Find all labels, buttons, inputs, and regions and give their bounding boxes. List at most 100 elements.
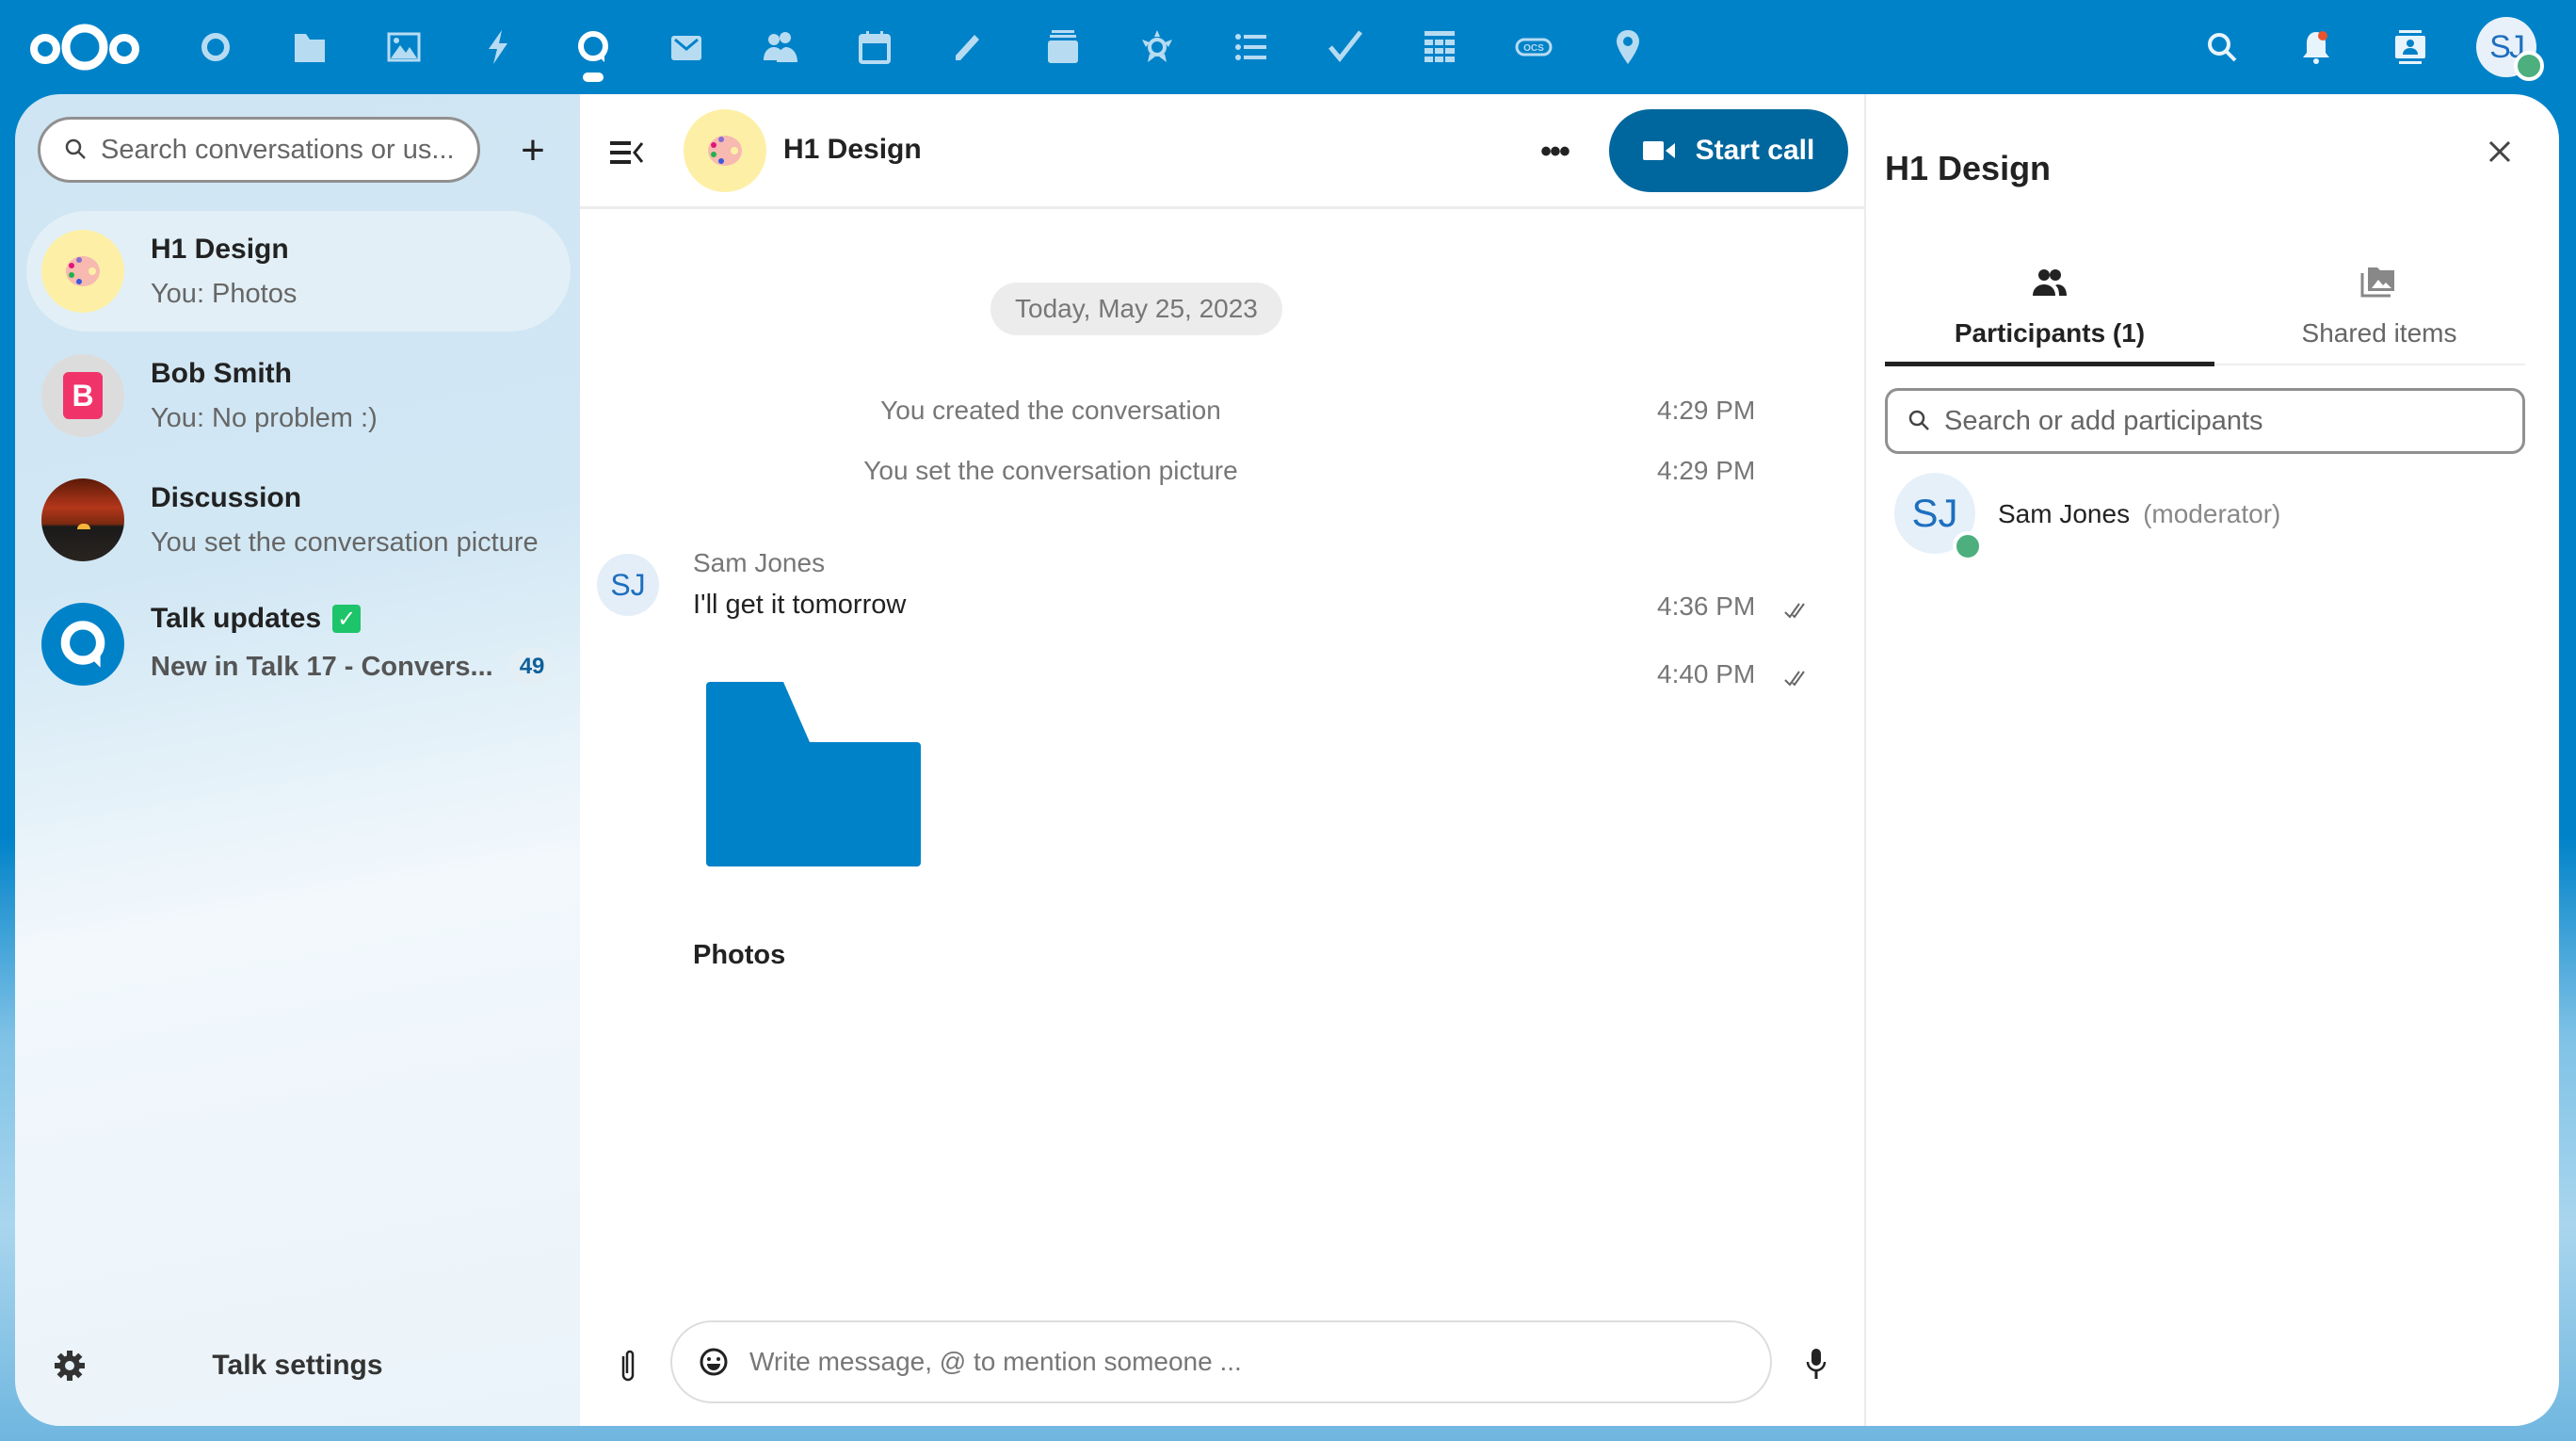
svg-text:OCS: OCS [1523, 43, 1544, 54]
conversation-avatar [41, 603, 124, 686]
app-circles[interactable] [1131, 21, 1183, 73]
chat-avatar[interactable] [684, 109, 766, 192]
nextcloud-logo[interactable] [26, 21, 143, 73]
read-double-check-icon [1784, 603, 1805, 619]
tab-participants[interactable]: Participants (1) [1885, 252, 2214, 367]
sidebar-title: H1 Design [1885, 149, 2052, 187]
circles-icon [1142, 30, 1172, 62]
app-photos[interactable] [378, 21, 430, 73]
verified-check-icon: ✓ [332, 605, 362, 633]
participant-item[interactable]: Sam Jones (moderator) [1998, 499, 2280, 529]
contacts-icon [764, 32, 797, 62]
tab-divider [2214, 364, 2525, 365]
conversation-avatar: B [41, 354, 124, 437]
app-activity[interactable] [472, 21, 524, 73]
message-time: 4:29 PM [1657, 396, 1756, 425]
start-call-label: Start call [1695, 135, 1815, 166]
active-tab-indicator [1885, 362, 2214, 366]
app-dashboard[interactable] [189, 21, 242, 73]
paperclip-icon[interactable] [612, 1347, 644, 1384]
app-maps[interactable] [1602, 21, 1654, 73]
shared-file-name[interactable]: Photos [693, 940, 785, 971]
read-double-check-icon [1784, 671, 1805, 687]
conversation-item-talk-updates[interactable]: Talk updates ✓ New in Talk 17 - Convers.… [26, 584, 571, 704]
author-initials: SJ [610, 567, 646, 602]
participant-initials: SJ [1911, 491, 1958, 535]
message-author-avatar[interactable]: SJ [597, 554, 659, 616]
conversation-name: H1 Design [151, 233, 289, 265]
search-icon [1908, 410, 1929, 430]
contacts-menu-button[interactable] [2384, 21, 2437, 73]
list-icon [1235, 34, 1266, 60]
talk-icon [578, 31, 608, 62]
user-status-indicator [2514, 51, 2544, 81]
tab-label: Shared items [2301, 318, 2457, 348]
app-calendar[interactable] [848, 21, 901, 73]
dashboard-icon [201, 33, 230, 61]
conversation-name: Bob Smith [151, 357, 292, 389]
unread-counter-badge: 49 [507, 648, 556, 686]
message-text: I'll get it tomorrow [693, 590, 907, 620]
unified-search-button[interactable] [2196, 21, 2248, 73]
palette-icon [708, 136, 742, 166]
table-icon [1425, 31, 1455, 62]
message-input[interactable] [749, 1347, 1770, 1377]
search-conversations-input[interactable] [101, 134, 477, 166]
message-composer[interactable] [670, 1320, 1772, 1403]
message-time: 4:36 PM [1657, 591, 1756, 621]
sun-shape [77, 524, 90, 529]
talk-settings-button[interactable]: Talk settings [15, 1319, 580, 1413]
date-separator: Today, May 25, 2023 [990, 283, 1282, 335]
system-message-text: You set the conversation picture [863, 456, 1238, 485]
people-icon [2033, 269, 2067, 296]
app-tables[interactable] [1413, 21, 1466, 73]
emoji-icon[interactable] [699, 1347, 729, 1377]
ocs-icon: OCS [1515, 38, 1553, 57]
search-icon [2208, 33, 2237, 62]
participant-role: (moderator) [2143, 499, 2281, 528]
bell-icon [2303, 31, 2329, 64]
folder-preview-icon[interactable] [706, 682, 921, 866]
more-dots-icon: ••• [1540, 133, 1570, 170]
checkmark-icon [1328, 30, 1362, 62]
chat-header: H1 Design ••• Start call [580, 94, 1864, 209]
conversation-title[interactable]: H1 Design [783, 134, 922, 166]
image-icon [387, 32, 421, 62]
plus-icon: + [521, 127, 545, 173]
shared-media-icon [2360, 267, 2394, 298]
toggle-navigation-icon[interactable] [608, 136, 646, 170]
lightning-icon [489, 30, 507, 64]
conversation-name: Talk updates [151, 603, 322, 634]
app-talk[interactable] [567, 21, 620, 73]
app-notes[interactable] [942, 21, 995, 73]
notifications-button[interactable] [2290, 21, 2343, 73]
start-call-button[interactable]: Start call [1609, 109, 1848, 192]
app-tasks-list[interactable] [1225, 21, 1278, 73]
app-tasks[interactable] [1319, 21, 1372, 73]
search-conversations-field[interactable] [38, 117, 480, 183]
tab-shared-items[interactable]: Shared items [2214, 252, 2544, 367]
app-deck[interactable] [1037, 21, 1089, 73]
participant-search-input[interactable] [1944, 405, 2522, 437]
conversation-item-bob-smith[interactable]: B Bob Smith You: No problem :) [26, 335, 571, 456]
tab-label: Participants (1) [1954, 318, 2146, 348]
conversation-name: Discussion [151, 481, 302, 513]
conversation-actions-button[interactable]: ••• [1531, 128, 1578, 175]
app-files[interactable] [283, 21, 336, 73]
participant-search-field[interactable] [1885, 388, 2525, 454]
conversation-avatar [41, 230, 124, 313]
app-ocs[interactable]: OCS [1507, 21, 1560, 73]
video-camera-icon [1642, 141, 1675, 160]
microphone-icon[interactable] [1802, 1347, 1830, 1381]
talk-settings-label: Talk settings [212, 1350, 383, 1381]
create-conversation-button[interactable]: + [505, 122, 561, 179]
app-mail[interactable] [660, 21, 713, 73]
conversation-item-discussion[interactable]: Discussion You set the conversation pict… [26, 460, 571, 580]
conversation-last-message: You: No problem :) [151, 402, 378, 433]
active-app-indicator [583, 73, 604, 82]
participant-name: Sam Jones [1998, 499, 2131, 528]
close-icon[interactable] [2476, 128, 2523, 175]
avatar-letter: B [63, 372, 103, 419]
conversation-item-h1-design[interactable]: H1 Design You: Photos [26, 211, 571, 332]
app-contacts[interactable] [754, 21, 807, 73]
